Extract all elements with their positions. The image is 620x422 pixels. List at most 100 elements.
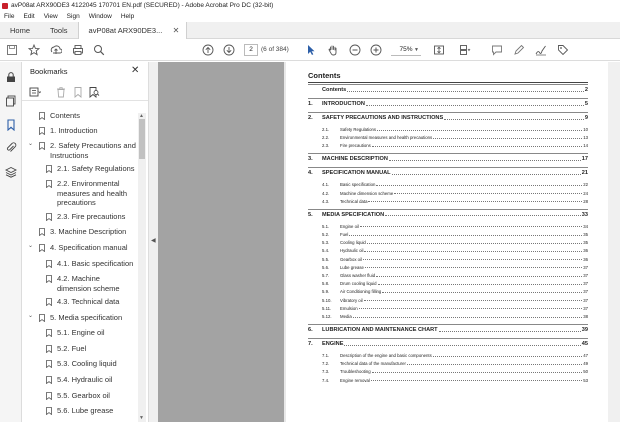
- bookmark-item[interactable]: Contents: [50, 111, 136, 121]
- bookmark-item[interactable]: 5.5. Gearbox oil: [57, 391, 136, 401]
- page-thumbnails-icon[interactable]: [5, 95, 17, 107]
- hand-tool-icon[interactable]: [327, 44, 339, 56]
- scroll-mode-icon[interactable]: [459, 44, 471, 56]
- toc-entry[interactable]: 5.1. Engine oil 34: [308, 224, 588, 229]
- bookmark-item[interactable]: 2.3. Fire precautions: [57, 212, 136, 222]
- stamp-tag-icon[interactable]: [557, 44, 569, 56]
- toc-entry[interactable]: 2.2. Environmental measures and health pr…: [308, 135, 588, 140]
- toc-entry[interactable]: 4.2. Machine dimension scheme 24: [308, 191, 588, 196]
- menu-file[interactable]: File: [4, 12, 14, 22]
- toc-entry[interactable]: 5.9. Air Conditioning filling 37: [308, 289, 588, 294]
- highlight-pen-icon[interactable]: [513, 44, 525, 56]
- print-icon[interactable]: [72, 44, 84, 56]
- bookmark-item[interactable]: 4.1. Basic specification: [57, 259, 136, 269]
- zoom-in-icon[interactable]: [370, 44, 382, 56]
- fit-page-icon[interactable]: [433, 44, 445, 56]
- toc-entry[interactable]: 5.4. Hydraulic oil 36: [308, 248, 588, 253]
- bookmark-item[interactable]: 5.1. Engine oil: [57, 328, 136, 338]
- bookmark-item[interactable]: 5.6. Lube grease: [57, 406, 136, 416]
- toc-entry[interactable]: 4. SPECIFICATION MANUAL 21: [308, 170, 588, 176]
- menu-edit[interactable]: Edit: [23, 12, 34, 22]
- bookmark-item[interactable]: 5. Media specification: [50, 313, 136, 323]
- bookmark-item[interactable]: 5.2. Fuel: [57, 344, 136, 354]
- sign-icon[interactable]: [535, 44, 547, 56]
- tab-close-icon[interactable]: ✕: [173, 22, 180, 39]
- toc-entry[interactable]: 3. MACHINE DESCRIPTION 17: [308, 156, 588, 162]
- toc-entry[interactable]: 5.3. Cooling liquid 35: [308, 240, 588, 245]
- bookmark-options-icon[interactable]: [29, 86, 41, 98]
- zoom-dropdown-icon[interactable]: ▼: [414, 47, 419, 53]
- toc-entry[interactable]: 6. LUBRICATION AND MAINTENANCE CHART 39: [308, 327, 588, 333]
- toc-entry[interactable]: 2.3. Fire precautions 14: [308, 143, 588, 148]
- tab-document[interactable]: avP08at ARX90DE3... ✕: [77, 22, 188, 39]
- expand-chevron-icon[interactable]: ⌄: [28, 312, 33, 319]
- tab-home[interactable]: Home: [0, 22, 40, 39]
- bookmarks-scrollbar[interactable]: ▲ ▼: [138, 113, 146, 422]
- comment-icon[interactable]: [491, 44, 503, 56]
- panel-divider[interactable]: ◀: [148, 62, 158, 422]
- toc-entry[interactable]: 7.3. Troubleshooting 50: [308, 369, 588, 374]
- bookmark-item[interactable]: 5.3. Cooling liquid: [57, 359, 136, 369]
- toc-entry[interactable]: 5.11. Emulsion 37: [308, 306, 588, 311]
- toc-separator: [308, 324, 588, 325]
- page-number-input[interactable]: 2: [244, 44, 258, 56]
- toc-entry[interactable]: 5. MEDIA SPECIFICATION 33: [308, 212, 588, 218]
- close-panel-icon[interactable]: ✕: [131, 65, 139, 76]
- attachments-icon[interactable]: [5, 142, 17, 154]
- next-page-icon[interactable]: [223, 44, 235, 56]
- bookmark-item[interactable]: 2.2. Environmental measures and health p…: [57, 179, 136, 208]
- select-cursor-icon[interactable]: [305, 44, 317, 56]
- toc-entry[interactable]: 2. SAFETY PRECAUTIONS AND INSTRUCTIONS 9: [308, 115, 588, 121]
- search-icon[interactable]: [93, 44, 105, 56]
- bookmark-item[interactable]: 4.2. Machine dimension scheme: [57, 274, 136, 293]
- zoom-out-icon[interactable]: [349, 44, 361, 56]
- upload-icon[interactable]: [50, 44, 62, 56]
- new-bookmark-icon[interactable]: [72, 86, 84, 98]
- menu-view[interactable]: View: [44, 12, 58, 22]
- toc-entry[interactable]: 7.1. Description of the engine and basic …: [308, 353, 588, 358]
- bookmark-item[interactable]: 5.4. Hydraulic oil: [57, 375, 136, 385]
- toc-entry[interactable]: 7.2. Technical data of the manufacturer 49: [308, 361, 588, 366]
- toc-entry[interactable]: 5.6. Lube grease 37: [308, 265, 588, 270]
- toc-entry[interactable]: 5.12. Media 38: [308, 314, 588, 319]
- toc-entry[interactable]: 5.7. Glass washer fluid 37: [308, 273, 588, 278]
- lock-icon[interactable]: [5, 71, 17, 83]
- bookmarks-panel-icon[interactable]: [5, 119, 17, 131]
- toc-page-number: 45: [581, 341, 588, 347]
- bookmarks-scroll-thumb[interactable]: [139, 119, 145, 159]
- delete-bookmark-icon[interactable]: [55, 86, 67, 98]
- toc-entry[interactable]: 5.2. Fuel 35: [308, 232, 588, 237]
- scroll-down-icon[interactable]: ▼: [139, 415, 144, 421]
- menu-window[interactable]: Window: [89, 12, 112, 22]
- collapse-panel-icon[interactable]: ◀: [151, 237, 156, 244]
- expand-chevron-icon[interactable]: ⌄: [28, 140, 33, 147]
- bookmark-search-icon[interactable]: [88, 86, 100, 98]
- toc-entry[interactable]: 4.1. Basic specification 22: [308, 182, 588, 187]
- toc-number: 5.3.: [322, 240, 330, 246]
- toc-entry[interactable]: 7. ENGINE 45: [308, 341, 588, 347]
- toc-entry[interactable]: 5.5. Gearbox oil 36: [308, 257, 588, 262]
- bookmark-item[interactable]: 1. Introduction: [50, 126, 136, 136]
- toc-entry[interactable]: 7.4. Engine removal 53: [308, 378, 588, 383]
- bookmark-item[interactable]: 4.3. Technical data: [57, 297, 136, 307]
- toc-number: 7.2.: [322, 361, 330, 367]
- toc-entry[interactable]: 2.1. Safety Regulations 10: [308, 127, 588, 132]
- bookmark-item[interactable]: 3. Machine Description: [50, 227, 136, 237]
- bookmark-item[interactable]: 2. Safety Precautions and Instructions: [50, 141, 136, 160]
- bookmark-star-icon[interactable]: [28, 44, 40, 56]
- menu-sign[interactable]: Sign: [67, 12, 80, 22]
- toc-entry[interactable]: Contents 2: [308, 87, 588, 93]
- toc-entry[interactable]: 5.10. Vibratory oil 37: [308, 298, 588, 303]
- toc-entry[interactable]: 5.8. Drum cooling liquid 37: [308, 281, 588, 286]
- document-scrollbar[interactable]: [608, 62, 620, 422]
- expand-chevron-icon[interactable]: ⌄: [28, 242, 33, 249]
- menu-help[interactable]: Help: [121, 12, 134, 22]
- save-icon[interactable]: [6, 44, 18, 56]
- previous-page-icon[interactable]: [202, 44, 214, 56]
- tab-tools[interactable]: Tools: [40, 22, 78, 39]
- toc-entry[interactable]: 4.3. Technical data 28: [308, 199, 588, 204]
- toc-entry[interactable]: 1. INTRODUCTION 5: [308, 101, 588, 107]
- bookmark-item[interactable]: 2.1. Safety Regulations: [57, 164, 136, 174]
- layers-icon[interactable]: [5, 166, 17, 178]
- bookmark-item[interactable]: 4. Specification manual: [50, 243, 136, 253]
